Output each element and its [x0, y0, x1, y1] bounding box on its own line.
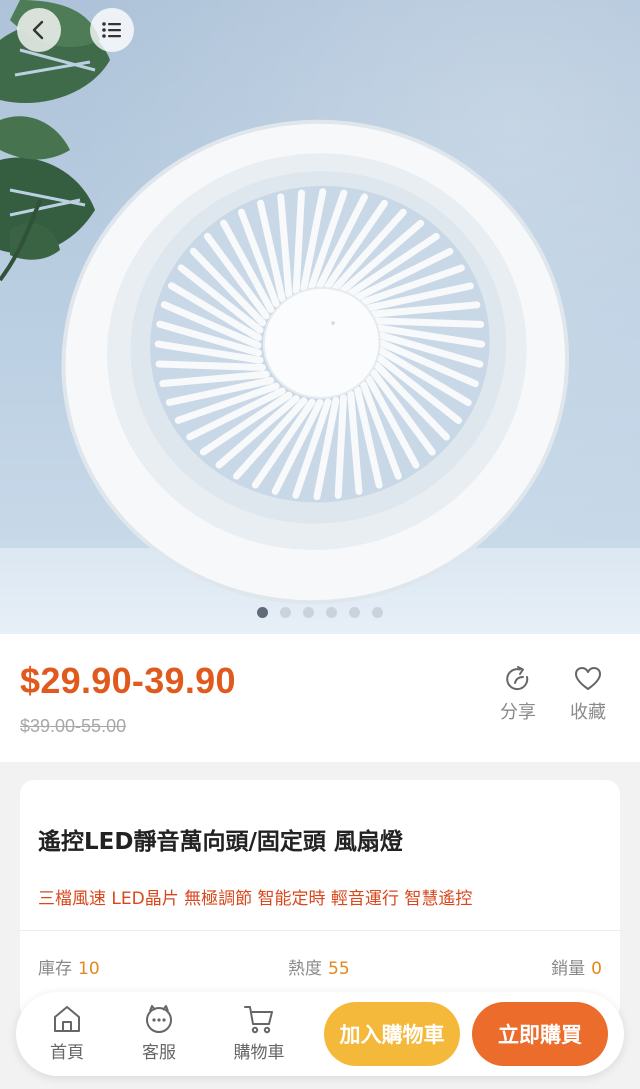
fan-lamp	[61, 119, 570, 605]
sales-stat: 銷量 0	[551, 954, 602, 979]
favorite-button[interactable]: 收藏	[558, 664, 618, 724]
cart-icon	[244, 1006, 273, 1034]
tab-home[interactable]: 首頁	[32, 1002, 102, 1063]
price-section: $29.90-39.90 $39.00-55.00 分享 收藏	[0, 634, 640, 762]
heat-value: 55	[328, 959, 350, 979]
gallery-dot[interactable]	[257, 607, 268, 618]
stock-stat: 庫存 10	[38, 954, 100, 979]
gallery-dot[interactable]	[326, 607, 337, 618]
menu-list-icon	[102, 22, 121, 38]
sales-label: 銷量	[551, 959, 586, 979]
bottom-action-bar: 首頁 客服 購物車 加入購物車 立即購買	[16, 992, 624, 1076]
back-button[interactable]	[17, 8, 61, 52]
chat-bot-icon	[146, 1005, 172, 1033]
product-image-gallery[interactable]	[0, 0, 640, 634]
share-icon	[506, 666, 529, 691]
heat-label: 熱度	[288, 959, 322, 979]
share-label: 分享	[500, 702, 536, 723]
tab-home-label: 首頁	[50, 1043, 84, 1063]
stock-label: 庫存	[38, 959, 72, 979]
heart-icon	[575, 667, 601, 690]
share-button[interactable]: 分享	[488, 664, 548, 724]
stock-value: 10	[78, 959, 100, 979]
gallery-pagination	[0, 607, 640, 618]
divider	[20, 930, 620, 931]
favorite-label: 收藏	[570, 702, 606, 723]
heat-stat: 熱度 55	[288, 954, 350, 979]
product-info-card: 遙控LED靜音萬向頭/固定頭 風扇燈 三檔風速 LED晶片 無極調節 智能定時 …	[20, 780, 620, 1020]
gallery-dot[interactable]	[372, 607, 383, 618]
tab-cart-label: 購物車	[233, 1043, 285, 1063]
product-title: 遙控LED靜音萬向頭/固定頭 風扇燈	[38, 829, 403, 855]
add-to-cart-button[interactable]: 加入購物車	[324, 1002, 460, 1066]
menu-button[interactable]	[90, 8, 134, 52]
sales-value: 0	[591, 959, 602, 979]
tab-customer-service[interactable]: 客服	[124, 1002, 194, 1063]
current-price: $29.90-39.90	[20, 660, 236, 701]
gallery-dot[interactable]	[349, 607, 360, 618]
home-icon	[54, 1006, 80, 1032]
buy-now-button[interactable]: 立即購買	[472, 1002, 608, 1066]
tab-cart[interactable]: 購物車	[224, 1002, 294, 1063]
product-photo	[0, 0, 570, 605]
back-icon	[32, 20, 44, 40]
gallery-dot[interactable]	[303, 607, 314, 618]
original-price: $39.00-55.00	[20, 716, 127, 736]
product-feature-tags: 三檔風速 LED晶片 無極調節 智能定時 輕音運行 智慧遙控	[38, 889, 473, 909]
gallery-dot[interactable]	[280, 607, 291, 618]
tab-service-label: 客服	[142, 1043, 176, 1063]
